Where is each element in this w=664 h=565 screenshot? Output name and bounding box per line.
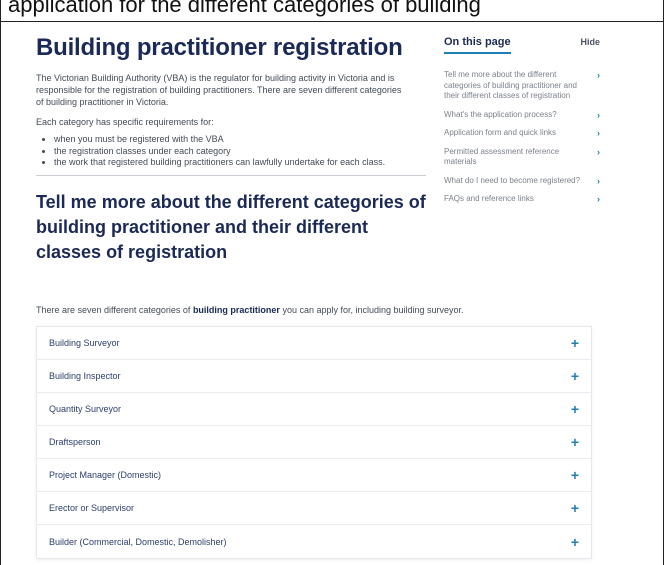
plus-icon[interactable]: + (571, 535, 579, 549)
plus-icon[interactable]: + (571, 435, 579, 449)
accordion-item-building-inspector[interactable]: Building Inspector + (37, 360, 591, 393)
requirements-list: when you must be registered with the VBA… (36, 134, 428, 169)
toc-link-label: Application form and quick links (444, 128, 557, 137)
cropped-caption-strip: application for the different categories… (0, 0, 664, 22)
accordion-item-project-manager[interactable]: Project Manager (Domestic) + (37, 459, 591, 492)
requirement-item: the registration classes under each cate… (54, 146, 428, 158)
toc-header: On this page Hide (444, 36, 600, 54)
toc-link-categories[interactable]: Tell me more about the different categor… (444, 70, 600, 102)
accordion-item-builder[interactable]: Builder (Commercial, Domestic, Demolishe… (37, 525, 591, 558)
toc-link-assessment-materials[interactable]: Permitted assessment reference materials… (444, 147, 600, 168)
toc-link-label: Tell me more about the different categor… (444, 70, 577, 100)
plus-icon[interactable]: + (571, 369, 579, 383)
plus-icon[interactable]: + (571, 468, 579, 482)
requirements-lead: Each category has specific requirements … (36, 117, 214, 127)
toc-link-application-process[interactable]: What's the application process? › (444, 110, 600, 121)
intro-paragraph: The Victorian Building Authority (VBA) i… (36, 73, 402, 107)
toc-link-label: What's the application process? (444, 109, 557, 119)
toc-link-become-registered[interactable]: What do I need to become registered? › (444, 176, 600, 187)
chevron-right-icon: › (597, 128, 600, 138)
accordion-item-erector-supervisor[interactable]: Erector or Supervisor + (37, 492, 591, 525)
section-title: Tell me more about the different categor… (36, 191, 426, 262)
toc-list: Tell me more about the different categor… (444, 70, 600, 205)
accordion-label: Quantity Surveyor (49, 404, 122, 414)
requirement-item: when you must be registered with the VBA (54, 134, 428, 146)
accordion-item-quantity-surveyor[interactable]: Quantity Surveyor + (37, 393, 591, 426)
section-intro-text: There are seven different categories of (36, 305, 193, 315)
chevron-right-icon: › (597, 70, 600, 80)
chevron-right-icon: › (597, 146, 600, 157)
toc-link-faqs[interactable]: FAQs and reference links › (444, 194, 600, 205)
accordion-label: Draftsperson (49, 437, 101, 447)
categories-accordion: Building Surveyor + Building Inspector +… (36, 326, 592, 559)
toc-hide-button[interactable]: Hide (580, 37, 600, 47)
toc-link-application-form[interactable]: Application form and quick links › (444, 128, 600, 139)
toc-link-label: FAQs and reference links (444, 194, 534, 203)
accordion-label: Building Surveyor (49, 338, 120, 348)
accordion-label: Building Inspector (49, 371, 121, 381)
on-this-page-nav: On this page Hide Tell me more about the… (444, 36, 600, 213)
frame-border-left (0, 0, 1, 565)
section-divider (36, 174, 426, 176)
accordion-label: Project Manager (Domestic) (49, 470, 162, 480)
accordion-item-building-surveyor[interactable]: Building Surveyor + (37, 327, 591, 360)
section-intro-text-end: you can apply for, including building su… (279, 305, 464, 315)
requirement-item: the work that registered building practi… (54, 157, 428, 169)
chevron-right-icon: › (597, 194, 600, 204)
plus-icon[interactable]: + (571, 336, 579, 350)
accordion-item-draftsperson[interactable]: Draftsperson + (37, 426, 591, 459)
plus-icon[interactable]: + (571, 402, 579, 416)
main-content: Building practitioner registration The V… (36, 34, 428, 265)
plus-icon[interactable]: + (571, 501, 579, 515)
accordion-label: Builder (Commercial, Domestic, Demolishe… (49, 536, 227, 547)
section-intro: There are seven different categories of … (36, 305, 464, 315)
accordion-label: Erector or Supervisor (49, 503, 135, 513)
toc-title: On this page (444, 36, 511, 54)
page-title: Building practitioner registration (36, 34, 403, 61)
chevron-right-icon: › (597, 109, 600, 120)
toc-link-label: What do I need to become registered? (444, 175, 581, 185)
building-practitioner-term: building practitioner (192, 305, 280, 315)
toc-link-label: Permitted assessment reference materials (444, 146, 560, 167)
cropped-caption: application for the different categories… (8, 0, 481, 17)
chevron-right-icon: › (597, 175, 600, 186)
